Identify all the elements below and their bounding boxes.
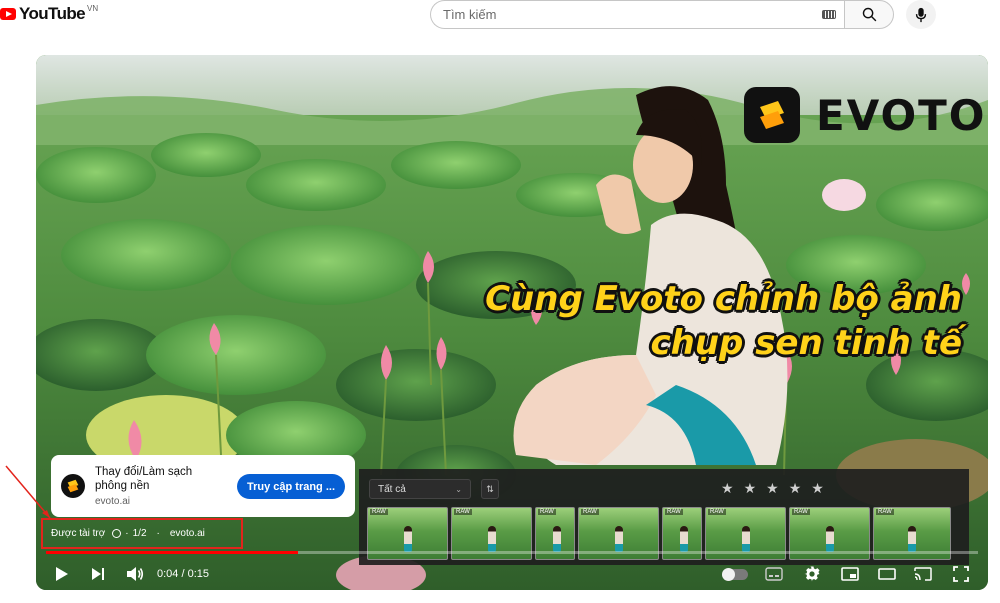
headline-line-1: Cùng Evoto chỉnh bộ ảnh — [485, 279, 962, 319]
microphone-icon — [915, 7, 927, 22]
video-player[interactable]: EVOTO Cùng Evoto chỉnh bộ ảnh chụp sen t… — [36, 55, 988, 590]
raw-badge: RAW — [538, 509, 556, 515]
evoto-brand-text: EVOTO — [816, 90, 987, 140]
thumbnail-subject — [553, 526, 562, 552]
keyboard-icon[interactable] — [822, 10, 836, 19]
time-display: 0:04 / 0:15 — [157, 568, 209, 580]
volume-button[interactable] — [124, 564, 146, 584]
skip-next-icon — [92, 568, 104, 580]
thumbnail-subject — [614, 526, 623, 552]
search-bar — [430, 0, 894, 29]
time-total: 0:15 — [187, 568, 210, 580]
fullscreen-button[interactable] — [950, 564, 972, 584]
star-icon[interactable]: ★ — [744, 480, 757, 496]
cast-icon — [914, 567, 932, 581]
visit-site-button[interactable]: Truy cập trang ... — [237, 474, 345, 499]
ad-card-domain: evoto.ai — [95, 496, 131, 507]
thumbnail-subject — [908, 526, 917, 552]
subtitles-icon — [765, 567, 783, 581]
gear-icon — [804, 566, 820, 582]
miniplayer-icon — [841, 567, 859, 581]
progress-bar[interactable] — [46, 551, 978, 554]
search-input[interactable] — [443, 7, 803, 22]
raw-badge: RAW — [876, 509, 894, 515]
play-button[interactable] — [52, 564, 72, 584]
logo-country-code: VN — [87, 3, 99, 13]
time-separator: / — [181, 568, 185, 580]
sponsor-domain-link[interactable]: evoto.ai — [170, 528, 205, 539]
ad-separator-dot: · — [125, 528, 129, 539]
thumbnail-subject — [487, 526, 496, 552]
settings-button[interactable] — [801, 564, 823, 584]
sponsored-badge: Được tài trợ · 1/2 · evoto.ai — [41, 518, 243, 549]
search-box — [430, 0, 844, 29]
autoplay-toggle[interactable] — [722, 568, 748, 581]
player-controls: 0:04 / 0:15 — [36, 560, 988, 588]
thumbnail-subject — [825, 526, 834, 552]
raw-badge: RAW — [581, 509, 599, 515]
cast-button[interactable] — [912, 564, 934, 584]
raw-badge: RAW — [708, 509, 726, 515]
filter-dropdown[interactable]: Tất cả ⌄ — [369, 479, 471, 499]
progress-played — [46, 551, 298, 554]
headline-line-2: chụp sen tinh tế — [650, 323, 962, 363]
thumbnail-subject — [741, 526, 750, 552]
star-icon[interactable]: ★ — [789, 480, 802, 496]
filter-dropdown-label: Tất cả — [378, 483, 406, 495]
star-icon[interactable]: ★ — [721, 480, 734, 496]
ad-separator-dot: · — [156, 528, 160, 539]
logo-text: YouTube — [19, 4, 86, 23]
ad-card-text: Thay đổi/Làm sạch phông nền evoto.ai — [95, 465, 223, 507]
ad-count: 1/2 — [132, 528, 147, 539]
rating-stars: ★ ★ ★ ★ ★ — [721, 480, 834, 496]
youtube-logo[interactable]: YouTube VN — [0, 2, 98, 26]
ad-card-title: Thay đổi/Làm sạch phông nền — [95, 466, 193, 492]
thumbnail-subject — [680, 526, 689, 552]
volume-icon — [127, 567, 144, 581]
search-button[interactable] — [844, 0, 894, 29]
ad-sponsor-card[interactable]: Thay đổi/Làm sạch phông nền evoto.ai Tru… — [51, 455, 355, 517]
raw-badge: RAW — [665, 509, 683, 515]
star-icon[interactable]: ★ — [766, 480, 779, 496]
evoto-logo-icon — [744, 87, 800, 143]
search-icon — [862, 7, 876, 22]
subtitles-button[interactable] — [764, 564, 784, 584]
theater-mode-button[interactable] — [876, 564, 898, 584]
raw-badge: RAW — [454, 509, 472, 515]
evoto-brand-watermark: EVOTO — [744, 87, 987, 143]
annotation-arrow — [5, 465, 51, 519]
raw-badge: RAW — [792, 509, 810, 515]
star-icon[interactable]: ★ — [811, 480, 824, 496]
next-button[interactable] — [88, 564, 108, 584]
miniplayer-button[interactable] — [839, 564, 861, 584]
video-headline: Cùng Evoto chỉnh bộ ảnh chụp sen tinh tế — [485, 277, 962, 365]
raw-badge: RAW — [370, 509, 388, 515]
thumbnail-subject — [403, 526, 412, 552]
fullscreen-icon — [953, 566, 969, 582]
time-current: 0:04 — [157, 568, 179, 580]
youtube-play-icon — [0, 8, 16, 20]
top-bar: YouTube VN — [0, 0, 1000, 30]
voice-search-button[interactable] — [906, 0, 936, 29]
sort-icon[interactable]: ⇅ — [481, 479, 499, 499]
chevron-down-icon: ⌄ — [455, 484, 462, 494]
theater-mode-icon — [878, 568, 896, 580]
play-icon — [56, 567, 68, 581]
info-icon[interactable] — [112, 529, 122, 538]
